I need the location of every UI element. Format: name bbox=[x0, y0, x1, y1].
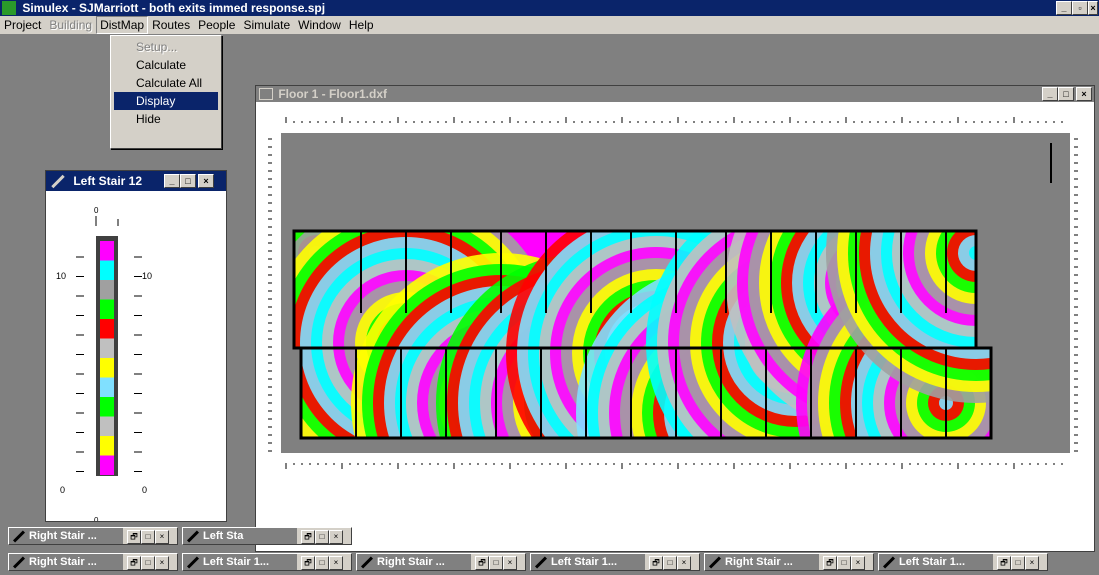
restore-icon[interactable]: 🗗 bbox=[127, 530, 141, 544]
stair-close-button[interactable]: × bbox=[198, 174, 214, 188]
minimized-window-button[interactable]: Right Stair ... 🗗 □ × bbox=[8, 527, 178, 545]
maximize-icon[interactable]: □ bbox=[837, 556, 851, 570]
stair-label-0-right: 0 bbox=[142, 485, 147, 495]
floor-window: Floor 1 - Floor1.dxf _ □ × bbox=[255, 85, 1095, 552]
restore-icon[interactable]: 🗗 bbox=[823, 556, 837, 570]
menu-simulate[interactable]: Simulate bbox=[239, 16, 294, 34]
menu-help[interactable]: Help bbox=[345, 16, 378, 34]
floor-plan-canvas[interactable] bbox=[256, 103, 1094, 551]
close-icon[interactable]: × bbox=[1025, 556, 1039, 570]
minimized-window-button[interactable]: Left Sta 🗗 □ × bbox=[182, 527, 352, 545]
menu-hide[interactable]: Hide bbox=[114, 110, 218, 128]
maximize-icon[interactable]: □ bbox=[141, 556, 155, 570]
distmap-dropdown: Setup... Calculate Calculate All Display… bbox=[110, 35, 222, 149]
menu-building[interactable]: Building bbox=[45, 16, 96, 34]
stair-canvas[interactable]: 0 10 10 0 0 0 bbox=[46, 191, 226, 521]
close-icon[interactable]: × bbox=[155, 530, 169, 544]
stair-scale-top: 0 bbox=[94, 206, 99, 215]
floor-window-title: Floor 1 - Floor1.dxf bbox=[278, 87, 388, 101]
menu-window[interactable]: Window bbox=[294, 16, 345, 34]
restore-button[interactable]: ▫ bbox=[1072, 1, 1088, 15]
stair-maximize-button[interactable]: □ bbox=[180, 174, 196, 188]
app-title: Simulex - SJMarriott - both exits immed … bbox=[22, 1, 326, 15]
minimized-window-button[interactable]: Right Stair ... 🗗 □ × bbox=[356, 553, 526, 571]
floor-close-button[interactable]: × bbox=[1076, 87, 1092, 101]
menu-calculate-all[interactable]: Calculate All bbox=[114, 74, 218, 92]
floor-window-title-bar[interactable]: Floor 1 - Floor1.dxf _ □ × bbox=[256, 86, 1094, 102]
close-icon[interactable]: × bbox=[329, 556, 343, 570]
stair-label-0-left: 0 bbox=[60, 485, 65, 495]
minimized-window-label: Left Stair 1... bbox=[899, 556, 966, 568]
menu-display[interactable]: Display bbox=[114, 92, 218, 110]
restore-icon[interactable]: 🗗 bbox=[649, 556, 663, 570]
maximize-icon[interactable]: □ bbox=[489, 556, 503, 570]
stair-window-title-bar[interactable]: Left Stair 12 _ □ × bbox=[46, 171, 226, 191]
minimized-window-label: Right Stair ... bbox=[29, 530, 97, 542]
minimized-window-label: Left Stair 1... bbox=[203, 556, 270, 568]
close-icon[interactable]: × bbox=[155, 556, 169, 570]
stair-scale-bottom: 0 bbox=[94, 516, 99, 521]
floor-maximize-button[interactable]: □ bbox=[1058, 87, 1074, 101]
restore-icon[interactable]: 🗗 bbox=[127, 556, 141, 570]
close-button[interactable]: × bbox=[1088, 1, 1098, 15]
restore-icon[interactable]: 🗗 bbox=[475, 556, 489, 570]
menu-bar: Project Building DistMap Routes People Simula… bbox=[0, 16, 1099, 34]
stair-minimize-button[interactable]: _ bbox=[164, 174, 180, 188]
close-icon[interactable]: × bbox=[677, 556, 691, 570]
close-icon[interactable]: × bbox=[329, 530, 343, 544]
stair-distance-bands bbox=[76, 236, 142, 476]
menu-calculate[interactable]: Calculate bbox=[114, 56, 218, 74]
restore-icon[interactable]: 🗗 bbox=[997, 556, 1011, 570]
menu-people[interactable]: People bbox=[194, 16, 239, 34]
minimized-window-button[interactable]: Left Stair 1... 🗗 □ × bbox=[878, 553, 1048, 571]
menu-routes[interactable]: Routes bbox=[148, 16, 194, 34]
minimized-window-label: Right Stair ... bbox=[377, 556, 445, 568]
minimized-window-label: Left Stair 1... bbox=[551, 556, 618, 568]
restore-icon[interactable]: 🗗 bbox=[301, 556, 315, 570]
close-icon[interactable]: × bbox=[851, 556, 865, 570]
floor-window-icon bbox=[259, 88, 273, 100]
menu-setup[interactable]: Setup... bbox=[114, 38, 218, 56]
minimized-window-button[interactable]: Left Stair 1... 🗗 □ × bbox=[530, 553, 700, 571]
stair-window: Left Stair 12 _ □ × 0 10 10 0 0 0 bbox=[45, 170, 227, 522]
minimized-window-button[interactable]: Right Stair ... 🗗 □ × bbox=[704, 553, 874, 571]
floor-minimize-button[interactable]: _ bbox=[1042, 87, 1058, 101]
app-icon bbox=[2, 1, 16, 15]
maximize-icon[interactable]: □ bbox=[141, 530, 155, 544]
minimized-window-button[interactable]: Right Stair ... 🗗 □ × bbox=[8, 553, 178, 571]
stair-icon bbox=[51, 175, 65, 189]
close-icon[interactable]: × bbox=[503, 556, 517, 570]
minimized-window-label: Right Stair ... bbox=[29, 556, 97, 568]
restore-icon[interactable]: 🗗 bbox=[301, 530, 315, 544]
maximize-icon[interactable]: □ bbox=[1011, 556, 1025, 570]
stair-label-10-left: 10 bbox=[56, 271, 66, 281]
maximize-icon[interactable]: □ bbox=[315, 556, 329, 570]
menu-distmap[interactable]: DistMap bbox=[96, 16, 149, 34]
maximize-icon[interactable]: □ bbox=[315, 530, 329, 544]
app-title-bar: Simulex - SJMarriott - both exits immed … bbox=[0, 0, 1099, 16]
minimized-window-button[interactable]: Left Stair 1... 🗗 □ × bbox=[182, 553, 352, 571]
minimize-button[interactable]: _ bbox=[1056, 1, 1072, 15]
stair-window-title: Left Stair 12 bbox=[73, 174, 143, 188]
menu-project[interactable]: Project bbox=[0, 16, 45, 34]
minimized-window-label: Left Sta bbox=[203, 530, 244, 542]
minimized-window-label: Right Stair ... bbox=[725, 556, 793, 568]
maximize-icon[interactable]: □ bbox=[663, 556, 677, 570]
stair-label-10-right: 10 bbox=[142, 271, 152, 281]
